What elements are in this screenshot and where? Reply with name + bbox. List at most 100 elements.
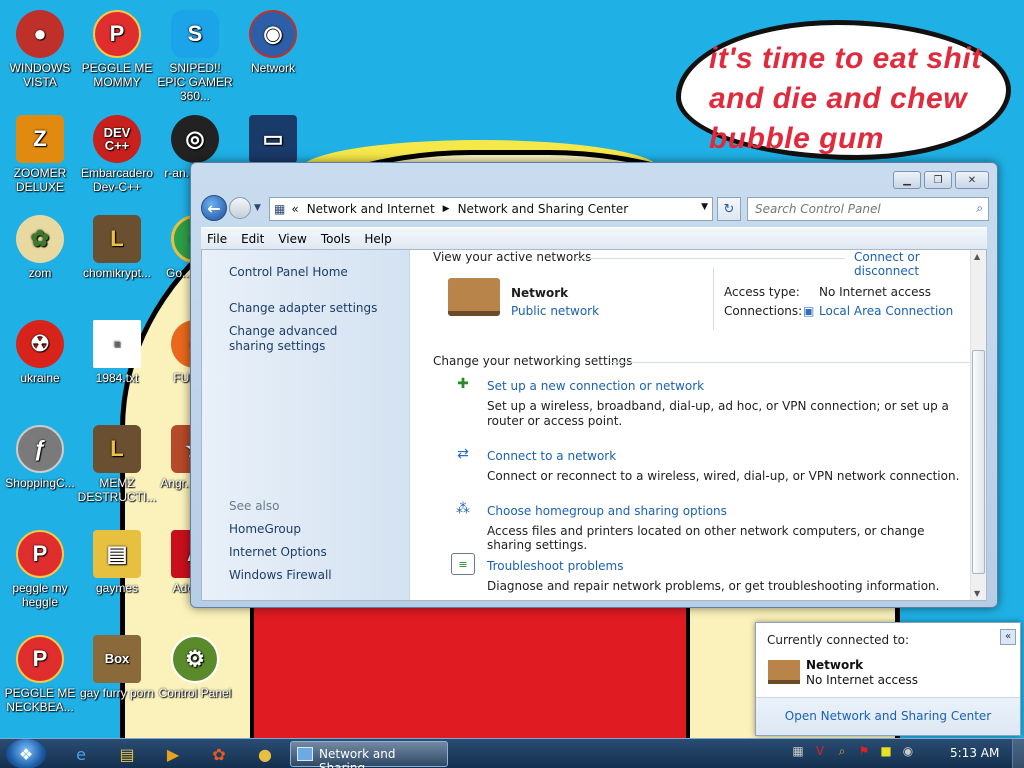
desktop-icon-peggle-neckbeard[interactable]: P PEGGLE ME NECKBEA... — [0, 635, 80, 714]
public-network-link[interactable]: Public network — [511, 304, 599, 318]
desktop-icon-windows-vista[interactable]: ● WINDOWS VISTA — [0, 10, 80, 89]
media-player-icon[interactable]: ▶ — [160, 743, 186, 765]
caption-buttons: ▁ ❐ ✕ — [893, 171, 989, 189]
speech-line: bubble gum — [709, 122, 884, 155]
control-panel-home-link[interactable]: Control Panel Home — [229, 265, 409, 280]
explorer-folder-icon[interactable]: ▤ — [114, 743, 140, 765]
connect-network-link[interactable]: Connect to a network — [487, 449, 616, 463]
internet-explorer-icon[interactable]: e — [68, 743, 94, 765]
homegroup-link[interactable]: HomeGroup — [229, 522, 409, 537]
change-adapter-settings-link[interactable]: Change adapter settings — [229, 301, 409, 316]
notification-tray-icon[interactable]: ■ — [878, 743, 894, 759]
arrow-left-icon: ← — [207, 198, 221, 218]
antivirus-tray-icon[interactable]: V — [812, 743, 828, 759]
menu-tools[interactable]: Tools — [321, 232, 351, 246]
local-area-connection-link[interactable]: Local Area Connection — [819, 304, 953, 318]
desktop-icon-peggle-my-heggle[interactable]: P peggle my heggle — [0, 530, 80, 609]
desktop-icon-zoomer-deluxe[interactable]: Z ZOOMER DELUXE — [0, 115, 80, 194]
address-bar[interactable]: ▦ « Network and Internet ▶ Network and S… — [269, 197, 713, 221]
network-tray-icon[interactable]: ▦ — [790, 743, 806, 759]
taskbar-task-network-sharing[interactable]: Network and Sharing... — [290, 741, 448, 768]
desktop-icon-devcpp[interactable]: DEV C++ Embarcadero Dev-C++ — [77, 115, 157, 194]
breadcrumb-sharing-center[interactable]: Network and Sharing Center — [458, 202, 629, 216]
desktop-icon-peggle-me-mommy[interactable]: P PEGGLE ME MOMMY — [77, 10, 157, 89]
menu-edit[interactable]: Edit — [241, 232, 264, 246]
show-desktop-button[interactable] — [1012, 739, 1024, 768]
search-tray-icon[interactable]: ⌕ — [834, 743, 850, 759]
search-input[interactable]: Search Control Panel ⌕ — [747, 197, 989, 221]
taskbar: ❖ e ▤ ▶ ✿ ● Network and Sharing... ▦ V ⌕… — [0, 738, 1024, 768]
troubleshoot-icon: ≡ — [451, 553, 475, 575]
menu-view[interactable]: View — [278, 232, 306, 246]
setup-connection-link[interactable]: Set up a new connection or network — [487, 379, 704, 393]
address-dropdown-icon[interactable]: ▼ — [701, 202, 708, 212]
network-name: Network — [511, 286, 569, 300]
desktop-icon-memz[interactable]: L MEMZ DESTRUCTI... — [77, 425, 157, 504]
recent-pages-dropdown[interactable]: ▼ — [254, 203, 261, 213]
desktop-icon-label: zom — [28, 266, 52, 280]
scrollbar-thumb[interactable] — [972, 350, 985, 574]
desktop-icon-1984-txt[interactable]: ≡ 1984.txt — [77, 320, 157, 385]
start-button[interactable]: ❖ — [6, 739, 46, 768]
chrome-icon[interactable]: ● — [252, 743, 278, 765]
text-file-icon: ≡ — [93, 320, 141, 368]
desktop-icon-label: peggle my heggle — [12, 581, 68, 609]
desktop-icon-label: gaymes — [95, 581, 139, 595]
desktop-icon-label: gay furry porn — [79, 686, 155, 700]
desktop-icon-label: ShoppingC... — [5, 476, 75, 490]
divider — [575, 258, 845, 259]
desktop-icon-label: ukraine — [20, 371, 60, 385]
breadcrumb-network-internet[interactable]: Network and Internet — [307, 202, 435, 216]
change-advanced-sharing-link[interactable]: Change advanced sharing settings — [229, 324, 379, 354]
troubleshoot-link[interactable]: Troubleshoot problems — [487, 559, 623, 573]
hourglass-icon: L — [93, 215, 141, 263]
windows-firewall-link[interactable]: Windows Firewall — [229, 568, 409, 583]
divider — [610, 362, 973, 363]
refresh-icon: ↻ — [723, 201, 735, 217]
menu-file[interactable]: File — [207, 232, 227, 246]
desktop-icon-ukraine[interactable]: ☢ ukraine — [0, 320, 80, 385]
flag-tray-icon[interactable]: ⚑ — [856, 743, 872, 759]
flash-icon: ƒ — [16, 425, 64, 473]
connections-label: Connections: — [724, 304, 803, 318]
back-button[interactable]: ← — [201, 195, 227, 221]
volume-tray-icon[interactable]: ◉ — [900, 743, 916, 759]
expand-arrow-icon[interactable]: « — [1000, 629, 1016, 645]
desktop-icon-box[interactable]: Box gay furry porn — [77, 635, 157, 700]
desktop-icon-shopping[interactable]: ƒ ShoppingC... — [0, 425, 80, 490]
speech-bubble: it's time to eat shit and die and chew b… — [676, 20, 1011, 160]
popup-footer: Open Network and Sharing Center — [756, 697, 1020, 735]
desktop-icon-gaymes[interactable]: ▤ gaymes — [77, 530, 157, 595]
refresh-button[interactable]: ↻ — [717, 197, 741, 221]
address-prefix[interactable]: « — [291, 202, 298, 216]
main-pane: View your active networks Connect or dis… — [410, 250, 973, 600]
open-sharing-center-link[interactable]: Open Network and Sharing Center — [785, 709, 991, 723]
desktop-icon-zom[interactable]: ✿ zom — [0, 215, 80, 280]
desktop-icon-monitor[interactable]: ▭ — [233, 115, 313, 166]
red-car-icon: ● — [16, 10, 64, 58]
desktop-icon-label: WINDOWS VISTA — [9, 61, 71, 89]
minimize-button[interactable]: ▁ — [893, 171, 921, 189]
clock[interactable]: 5:13 AM — [950, 746, 999, 760]
search-icon[interactable]: ⌕ — [976, 201, 983, 216]
forward-button[interactable] — [229, 197, 251, 219]
peggle-icon: P — [16, 635, 64, 683]
connect-disconnect-link[interactable]: Connect or disconnect — [854, 250, 970, 278]
scroll-up-icon[interactable]: ▲ — [974, 252, 980, 261]
close-button[interactable]: ✕ — [955, 171, 989, 189]
vertical-scrollbar[interactable]: ▲ ▼ — [970, 250, 986, 600]
network-adapter-icon: ▣ — [803, 304, 815, 318]
desktop-icon-label: SNIPED!! EPIC GAMER 360... — [157, 61, 233, 103]
homegroup-options-link[interactable]: Choose homegroup and sharing options — [487, 504, 727, 518]
breadcrumb-arrow-icon[interactable]: ▶ — [443, 204, 450, 214]
internet-options-link[interactable]: Internet Options — [229, 545, 409, 560]
scroll-down-icon[interactable]: ▼ — [974, 589, 980, 598]
desktop-icon-network[interactable]: ◉ Network — [233, 10, 313, 75]
desktop-icon-chomikrypt[interactable]: L chomikrypt... — [77, 215, 157, 280]
desktop-icon-label: Network — [250, 61, 295, 75]
desktop-icon-control-panel[interactable]: ⚙ Control Panel — [155, 635, 235, 700]
app-icon[interactable]: ✿ — [206, 743, 232, 765]
desktop-icon-sniped[interactable]: S SNIPED!! EPIC GAMER 360... — [155, 10, 235, 103]
menu-help[interactable]: Help — [364, 232, 391, 246]
maximize-button[interactable]: ❐ — [924, 171, 952, 189]
